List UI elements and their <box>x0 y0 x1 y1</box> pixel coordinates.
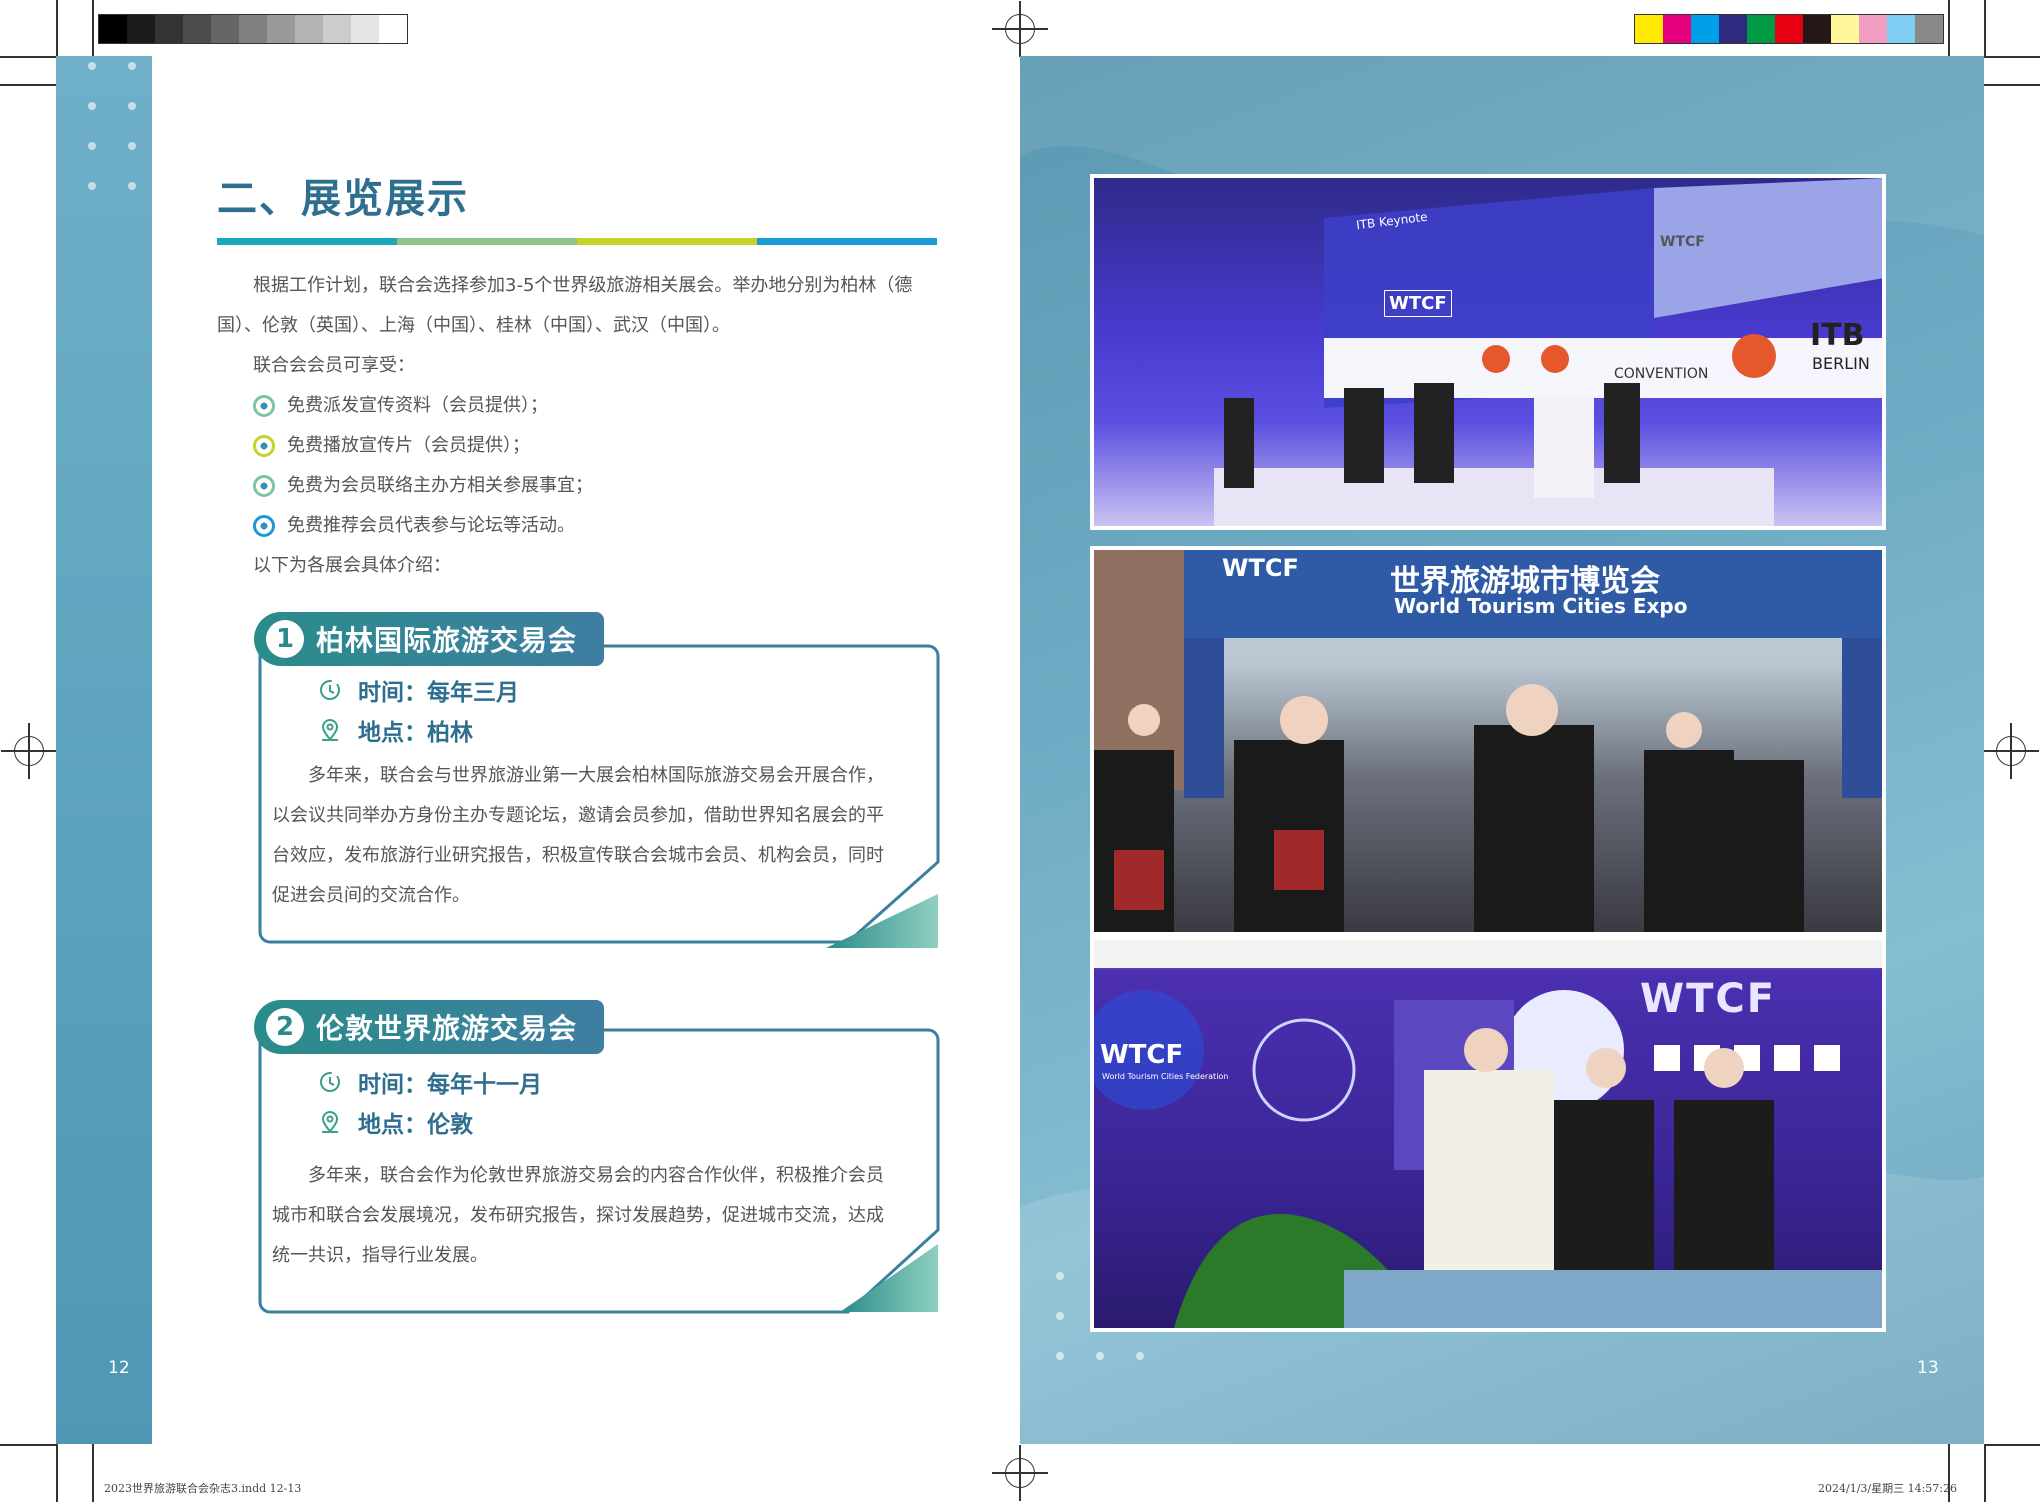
booth-left-logo-sub: World Tourism Cities Federation <box>1102 1072 1229 1081</box>
card-number: 1 <box>266 620 304 658</box>
card-time: 时间：每年十一月 <box>318 1062 542 1102</box>
card-place: 地点：柏林 <box>318 710 519 750</box>
intro-line-1: 根据工作计划，联合会选择参加3-5个世界级旅游相关展会。举办地分别为柏林（德 <box>253 275 913 296</box>
bullet-circle-icon <box>253 515 275 537</box>
itb-city: BERLIN <box>1812 354 1870 373</box>
convention-label: CONVENTION <box>1614 366 1709 382</box>
card-title-banner: 2 伦敦世界旅游交易会 <box>254 1000 604 1054</box>
benefit-item: 免费派发宣传资料（会员提供）； <box>253 386 941 426</box>
intro-outro: 以下为各展会具体介绍： <box>253 555 451 576</box>
card-description: 多年来，联合会与世界旅游业第一大展会柏林国际旅游交易会开展合作， 以会议共同举办… <box>272 765 884 906</box>
registration-mark-right <box>1983 723 2039 779</box>
photo-world-tourism-cities-expo: 世界旅游城市博览会 World Tourism Cities Expo WTCF <box>1090 546 1886 936</box>
intro-paragraph: 根据工作计划，联合会选择参加3-5个世界级旅游相关展会。举办地分别为柏林（德 国… <box>217 266 941 586</box>
benefit-item: 免费为会员联络主办方相关参展事宜； <box>253 466 941 506</box>
heading-underline-bar <box>217 238 937 245</box>
date-note: 2024/1/3/星期三 14:57:26 <box>1818 1482 1958 1495</box>
card-number: 2 <box>266 1008 304 1046</box>
photo-itb-berlin-stage: ITB Keynote WTCF WTCF ITB BERLIN CONVENT… <box>1090 174 1886 530</box>
banner-wtcf-logo: WTCF <box>1660 234 1705 250</box>
page-number-left: 12 <box>108 1358 130 1378</box>
card-title-banner: 1 柏林国际旅游交易会 <box>254 612 604 666</box>
bullet-circle-icon <box>253 475 275 497</box>
right-page: ITB Keynote WTCF WTCF ITB BERLIN CONVENT… <box>1020 56 1984 1444</box>
location-pin-icon <box>321 718 339 741</box>
benefit-item: 免费推荐会员代表参与论坛等活动。 <box>253 506 941 546</box>
booth-wall-logo: WTCF <box>1640 976 1777 1022</box>
screen-wtcf-logo: WTCF <box>1384 290 1452 317</box>
intro-line-2: 国）、伦敦（英国）、上海（中国）、桂林（中国）、武汉（中国）。 <box>217 315 730 336</box>
grayscale-color-bar <box>98 14 408 44</box>
exhibition-card-london: 2 伦敦世界旅游交易会 时间：每年十一月 地点：伦敦 多年来，联合会作为伦敦世界… <box>248 1000 940 1318</box>
registration-mark-bottom <box>992 1445 1048 1501</box>
registration-mark-top <box>992 1 1048 57</box>
registration-mark-left <box>1 723 57 779</box>
photo-wtcf-booth: WTCF WTCF World Tourism Cities Federatio… <box>1090 936 1886 1332</box>
exhibition-card-berlin: 1 柏林国际旅游交易会 时间：每年三月 地点：柏林 多年来，联合会与世界旅游业第… <box>248 612 940 958</box>
page-number-right: 13 <box>1917 1358 1939 1378</box>
card-time: 时间：每年三月 <box>318 670 519 710</box>
card-description: 多年来，联合会作为伦敦世界旅游交易会的内容合作伙伴，积极推介会员 城市和联合会发… <box>272 1165 884 1266</box>
expo-banner-logo: WTCF <box>1222 554 1299 582</box>
bullet-circle-icon <box>253 395 275 417</box>
expo-banner-subtitle: World Tourism Cities Expo <box>1394 594 1688 618</box>
benefits-list: 免费派发宣传资料（会员提供）； 免费播放宣传片（会员提供）； 免费为会员联络主办… <box>217 386 941 546</box>
file-note: 2023世界旅游联合会杂志3.indd 12-13 <box>104 1482 302 1495</box>
clock-icon <box>320 1072 340 1092</box>
bullet-circle-icon <box>253 435 275 457</box>
process-color-bar <box>1634 14 1944 44</box>
clock-icon <box>320 680 340 700</box>
card-place: 地点：伦敦 <box>318 1102 542 1142</box>
itb-logo: ITB <box>1810 318 1865 353</box>
booth-left-logo: WTCF <box>1100 1040 1184 1070</box>
left-decorative-strip: 12 <box>56 56 152 1444</box>
card-title: 伦敦世界旅游交易会 <box>316 1012 578 1045</box>
section-heading: 二、展览展示 <box>217 176 469 222</box>
benefit-item: 免费播放宣传片（会员提供）； <box>253 426 941 466</box>
location-pin-icon <box>321 1110 339 1133</box>
card-title: 柏林国际旅游交易会 <box>316 624 578 657</box>
intro-line-3: 联合会会员可享受： <box>253 355 415 376</box>
